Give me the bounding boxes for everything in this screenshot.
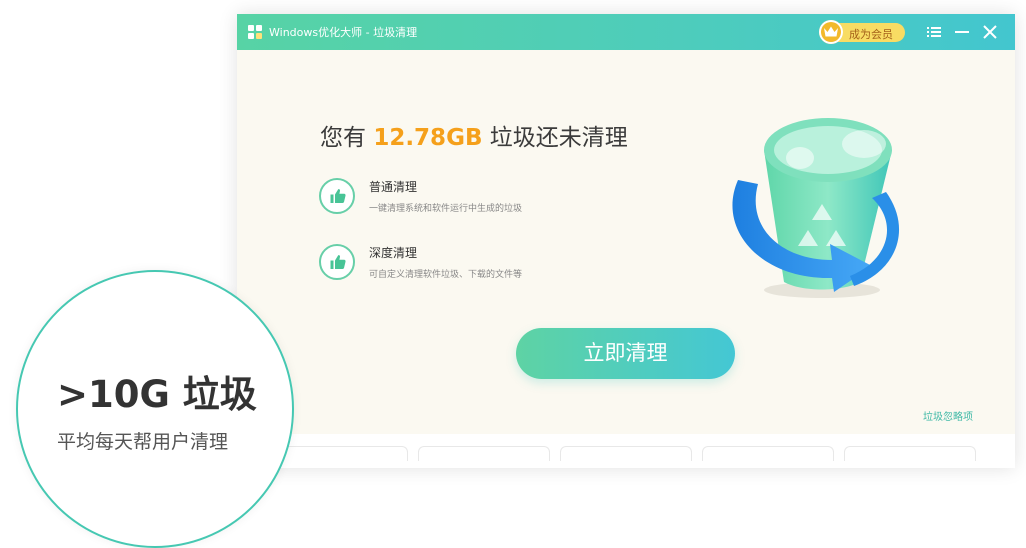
bottom-tile[interactable] [418, 446, 550, 461]
junk-size: 12.78GB [373, 125, 483, 151]
feature-desc: 可自定义清理软件垃圾、下载的文件等 [369, 270, 523, 280]
close-icon[interactable] [980, 22, 1000, 42]
thumbs-up-icon [319, 178, 355, 214]
bottom-tile[interactable] [702, 446, 834, 461]
feature-title: 深度清理 [369, 246, 418, 260]
promo-headline: >10G 垃圾 [57, 373, 257, 416]
summary-suffix: 垃圾还未清理 [489, 125, 628, 151]
become-member-label: 成为会员 [849, 28, 893, 41]
bottom-tile[interactable] [560, 446, 692, 461]
clean-now-button[interactable]: 立即清理 [516, 328, 735, 379]
promo-subline: 平均每天帮用户清理 [57, 431, 229, 453]
bottom-tile[interactable] [844, 446, 976, 461]
app-logo-icon [248, 25, 263, 40]
crown-icon [819, 20, 843, 44]
window-title: Windows优化大师 - 垃圾清理 [269, 26, 418, 39]
title-bar[interactable]: Windows优化大师 - 垃圾清理 成为会员 [237, 14, 1015, 50]
thumbs-up-icon [319, 244, 355, 280]
recycle-bin-illustration [722, 110, 912, 309]
junk-summary: 您有 12.78GB 垃圾还未清理 [320, 118, 628, 152]
menu-icon[interactable] [924, 22, 944, 42]
feature-title: 普通清理 [369, 180, 418, 194]
junk-ignore-link[interactable]: 垃圾忽略项 [923, 408, 973, 423]
become-member-button[interactable]: 成为会员 [819, 20, 905, 44]
feature-desc: 一键清理系统和软件运行中生成的垃圾 [369, 204, 523, 214]
bottom-tile[interactable] [276, 446, 408, 461]
minimize-icon[interactable] [952, 22, 972, 42]
summary-prefix: 您有 [320, 125, 366, 151]
app-window: Windows优化大师 - 垃圾清理 成为会员 您有 12.78GB 垃圾还未清… [237, 14, 1015, 468]
